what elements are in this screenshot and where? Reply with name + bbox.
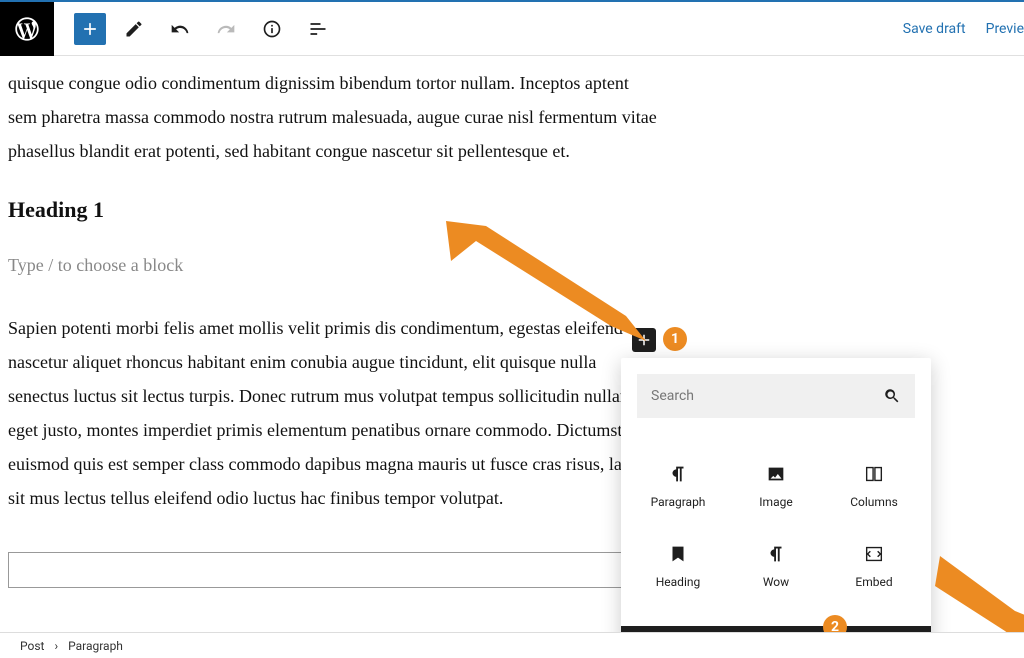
annotation-badge-1: 1 — [663, 327, 687, 351]
block-image-label: Image — [759, 495, 792, 509]
paragraph-block-1[interactable]: quisque congue odio condimentum dignissi… — [8, 66, 658, 169]
block-columns[interactable]: Columns — [825, 446, 923, 526]
breadcrumb: Post › Paragraph — [0, 632, 1024, 658]
editor-canvas: quisque congue odio condimentum dignissi… — [0, 56, 1024, 636]
redo-icon[interactable] — [208, 11, 244, 47]
paragraph-block-2[interactable]: Sapien potenti morbi felis amet mollis v… — [8, 311, 658, 516]
save-draft-button[interactable]: Save draft — [903, 21, 966, 37]
wordpress-logo[interactable] — [0, 2, 54, 56]
search-icon — [883, 387, 901, 405]
undo-icon[interactable] — [162, 11, 198, 47]
block-image[interactable]: Image — [727, 446, 825, 526]
block-heading[interactable]: Heading — [629, 526, 727, 606]
preview-button[interactable]: Previe — [986, 21, 1024, 37]
annotation-arrow-2-icon — [930, 556, 1024, 636]
empty-block-placeholder[interactable]: Type / to choose a block — [8, 248, 658, 282]
embed-icon — [863, 543, 885, 565]
info-icon[interactable] — [254, 11, 290, 47]
heading-block[interactable]: Heading 1 — [8, 189, 658, 231]
search-placeholder: Search — [651, 388, 694, 404]
block-embed-label: Embed — [855, 575, 892, 589]
block-heading-label: Heading — [656, 575, 701, 589]
block-embed[interactable]: Embed — [825, 526, 923, 606]
add-block-button[interactable] — [74, 13, 106, 45]
block-wow[interactable]: Wow — [727, 526, 825, 606]
image-icon — [765, 463, 787, 485]
paragraph-icon — [765, 543, 787, 565]
breadcrumb-separator: › — [54, 639, 58, 653]
bookmark-icon — [667, 543, 689, 565]
outline-icon[interactable] — [300, 11, 336, 47]
block-paragraph[interactable]: Paragraph — [629, 446, 727, 526]
selected-block-outline[interactable] — [8, 552, 648, 588]
breadcrumb-root[interactable]: Post — [20, 639, 44, 653]
inline-inserter-button[interactable] — [632, 328, 656, 352]
block-inserter-panel: Search Paragraph Image Columns Heading — [621, 358, 931, 636]
paragraph-icon — [667, 463, 689, 485]
block-paragraph-label: Paragraph — [651, 495, 706, 509]
editor-toolbar: Save draft Previe — [0, 2, 1024, 56]
block-wow-label: Wow — [763, 575, 789, 589]
edit-tool-icon[interactable] — [116, 11, 152, 47]
search-input[interactable]: Search — [637, 374, 915, 418]
block-columns-label: Columns — [850, 495, 898, 509]
columns-icon — [863, 463, 885, 485]
breadcrumb-current[interactable]: Paragraph — [68, 639, 123, 653]
